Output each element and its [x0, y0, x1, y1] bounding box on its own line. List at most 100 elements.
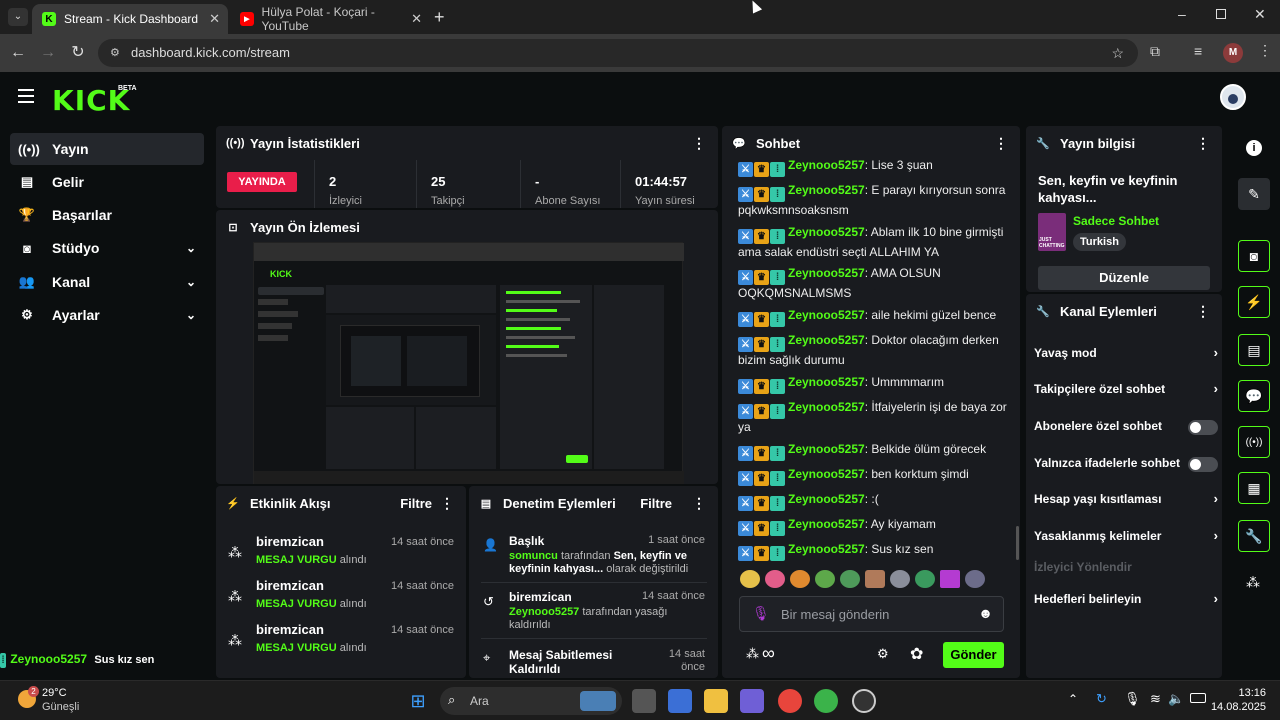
more-options-icon[interactable]: ⋮ — [440, 495, 454, 512]
activity-user[interactable]: biremzican — [256, 534, 324, 549]
activity-user[interactable]: biremzican — [256, 578, 324, 593]
chat-username[interactable]: Zeynooo5257 — [788, 333, 865, 347]
kick-points-icon[interactable]: ⁂ — [746, 646, 759, 662]
taskbar-search[interactable]: ⌕ Ara — [440, 687, 622, 715]
sidebar-item-yayin[interactable]: ((•)) Yayın — [10, 133, 204, 165]
emoji-picker-icon[interactable]: ☻ — [978, 605, 993, 621]
chat-settings-icon[interactable]: ⚙ — [877, 646, 889, 662]
chat-username[interactable]: Zeynooo5257 — [788, 400, 865, 414]
more-options-icon[interactable]: ⋮ — [994, 135, 1008, 152]
sidebar-item-basarilar[interactable]: 🏆 Başarılar — [10, 199, 204, 231]
weather-widget[interactable]: 2 29°C Güneşli — [18, 686, 98, 716]
chat-bubble-icon[interactable]: 💬 — [1238, 380, 1270, 412]
edit-pencil-icon[interactable]: ✎ — [1238, 178, 1270, 210]
hamburger-menu-icon[interactable] — [18, 89, 34, 103]
chat-username[interactable]: Zeynooo5257 — [788, 183, 865, 197]
sidebar-item-gelir[interactable]: ▤ Gelir — [10, 166, 204, 198]
broadcast-icon[interactable]: ((•)) — [1238, 426, 1270, 458]
maximize-button[interactable] — [1216, 9, 1226, 19]
chat-username[interactable]: Zeynooo5257 — [788, 442, 865, 456]
media-control-icon[interactable]: ≡ — [1194, 43, 1202, 59]
profile-avatar[interactable]: M — [1223, 43, 1243, 63]
action-banned-words[interactable]: Yasaklanmış kelimeler › — [1034, 521, 1220, 551]
emote-icon[interactable] — [965, 570, 985, 588]
chrome-icon[interactable] — [778, 689, 802, 713]
wifi-icon[interactable]: ≋ — [1150, 691, 1161, 707]
edit-button[interactable]: Düzenle — [1038, 266, 1210, 290]
kick-points-icon[interactable]: ⁂ — [1246, 574, 1260, 591]
back-button[interactable]: ← — [8, 43, 28, 63]
chat-username[interactable]: Zeynooo5257 — [788, 375, 865, 389]
emote-icon[interactable] — [815, 570, 835, 588]
copilot-icon[interactable] — [740, 689, 764, 713]
chat-username[interactable]: Zeynooo5257 — [788, 308, 865, 322]
action-followers-only[interactable]: Takipçilere özel sohbet › — [1034, 374, 1220, 404]
chat-username[interactable]: Zeynooo5257 — [788, 517, 865, 531]
tab-kick-dashboard[interactable]: K Stream - Kick Dashboard ✕ — [32, 4, 228, 34]
action-slow-mode[interactable]: Yavaş mod › — [1034, 338, 1220, 368]
chat-username[interactable]: Zeynooo5257 — [788, 492, 865, 506]
action-emotes-only[interactable]: Yalnızca ifadelerle sohbet — [1034, 448, 1220, 478]
tab-close-icon[interactable]: ✕ — [411, 11, 422, 27]
volume-icon[interactable]: 🔈 — [1168, 691, 1184, 707]
update-icon[interactable]: ↻ — [1096, 691, 1107, 707]
sidebar-item-studyo[interactable]: ◙ Stüdyo ⌄ — [10, 232, 204, 264]
send-button[interactable]: Gönder — [943, 642, 1004, 668]
chat-input[interactable]: 🎙 Bir mesaj gönderin ☻ — [739, 596, 1004, 632]
microphone-icon[interactable]: 🎙 — [752, 605, 770, 622]
obs-icon[interactable] — [852, 689, 876, 713]
chrome-profile-icon[interactable] — [814, 689, 838, 713]
camera-icon[interactable]: ◙ — [1238, 240, 1270, 272]
user-avatar[interactable] — [1220, 84, 1246, 110]
emote-icon[interactable] — [915, 570, 935, 588]
new-tab-button[interactable]: + — [434, 7, 445, 28]
category-thumbnail[interactable]: JUST CHATTING — [1038, 213, 1066, 251]
chat-scrollbar[interactable] — [1016, 526, 1019, 560]
forward-button[interactable]: → — [38, 43, 58, 63]
filter-button[interactable]: Filtre — [640, 496, 672, 511]
moderation-actor[interactable]: somuncu — [509, 550, 558, 562]
tab-youtube[interactable]: ▶ Hülya Polat - Koçari - YouTube ✕ — [230, 4, 430, 34]
extensions-icon[interactable]: ⧉ — [1150, 43, 1160, 60]
chat-username[interactable]: Zeynooo5257 — [788, 266, 865, 280]
emote-picker-icon[interactable]: ✿ — [910, 644, 923, 664]
emote-icon[interactable] — [790, 570, 810, 588]
emote-icon[interactable] — [865, 570, 885, 588]
task-view-icon[interactable] — [632, 689, 656, 713]
subscribers-only-toggle[interactable] — [1188, 420, 1218, 435]
chat-username[interactable]: Zeynooo5257 — [788, 158, 865, 172]
bookmark-star-icon[interactable]: ☆ — [1111, 39, 1124, 67]
reload-button[interactable]: ↻ — [68, 43, 88, 63]
more-options-icon[interactable]: ⋮ — [1196, 303, 1210, 320]
emote-icon[interactable] — [940, 570, 960, 588]
emotes-only-toggle[interactable] — [1188, 457, 1218, 472]
address-bar[interactable]: ⚙ dashboard.kick.com/stream ☆ — [98, 39, 1138, 67]
windows-start-icon[interactable]: ⊞ — [406, 689, 430, 713]
sidebar-item-ayarlar[interactable]: ⚙ Ayarlar ⌄ — [10, 299, 204, 331]
emote-icon[interactable] — [765, 570, 785, 588]
moderation-actor[interactable]: Zeynooo5257 — [509, 606, 579, 618]
site-info-icon[interactable]: ⚙ — [110, 39, 120, 67]
layout-icon[interactable]: ▦ — [1238, 472, 1270, 504]
sidebar-item-kanal[interactable]: 👥 Kanal ⌄ — [10, 266, 204, 298]
microphone-icon[interactable]: 🎙 — [1124, 691, 1141, 707]
emote-icon[interactable] — [840, 570, 860, 588]
category-name[interactable]: Sadece Sohbet — [1073, 214, 1159, 228]
close-window-button[interactable]: ✕ — [1254, 6, 1266, 23]
tab-close-icon[interactable]: ✕ — [209, 11, 220, 27]
action-account-age[interactable]: Hesap yaşı kısıtlaması › — [1034, 484, 1220, 514]
browser-menu-icon[interactable]: ⋮ — [1258, 42, 1272, 59]
minimize-button[interactable]: – — [1178, 6, 1186, 22]
activity-user[interactable]: biremzican — [256, 622, 324, 637]
chat-username[interactable]: Zeynooo5257 — [788, 542, 865, 556]
filter-button[interactable]: Filtre — [400, 496, 432, 511]
more-options-icon[interactable]: ⋮ — [1196, 135, 1210, 152]
tray-overflow-icon[interactable]: ⌃ — [1068, 692, 1078, 706]
document-icon[interactable]: ▤ — [1238, 334, 1270, 366]
wrench-icon[interactable]: 🔧 — [1238, 520, 1270, 552]
more-options-icon[interactable]: ⋮ — [692, 495, 706, 512]
clock-time[interactable]: 13:16 — [1236, 687, 1266, 699]
file-explorer-icon[interactable] — [704, 689, 728, 713]
chat-username[interactable]: Zeynooo5257 — [788, 467, 865, 481]
action-subscribers-only[interactable]: Abonelere özel sohbet — [1034, 411, 1220, 441]
